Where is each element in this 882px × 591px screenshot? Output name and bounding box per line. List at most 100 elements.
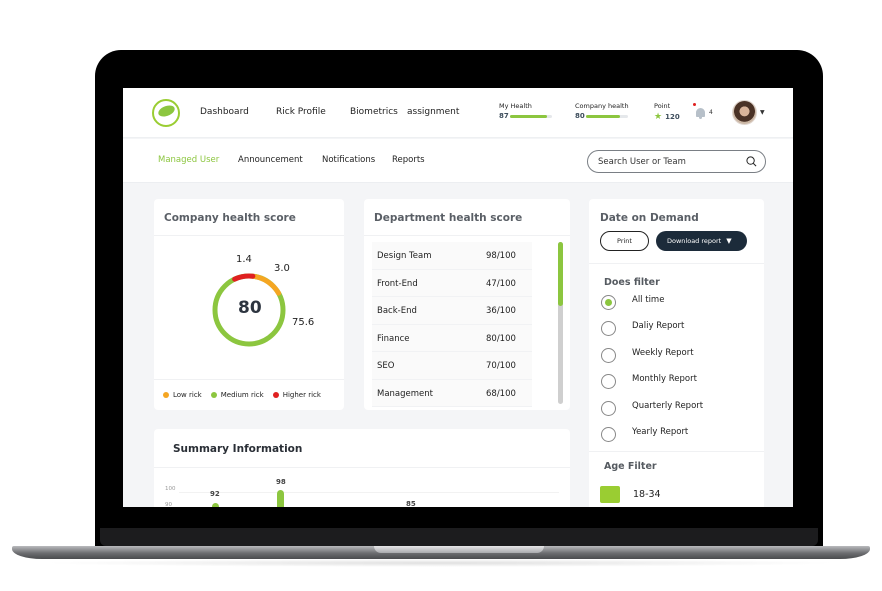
radio-label: Weekly Report bbox=[632, 348, 694, 358]
summary-bar-1 bbox=[212, 503, 219, 507]
health-legend: Low rick Medium rick Higher rick bbox=[163, 391, 330, 399]
radio-button[interactable] bbox=[601, 374, 616, 389]
gridline bbox=[179, 492, 559, 493]
department-score: 70/100 bbox=[486, 361, 516, 371]
filter-option-monthly-report[interactable]: Monthly Report bbox=[601, 372, 751, 390]
tab-managed-user[interactable]: Managed User bbox=[158, 155, 219, 165]
department-row[interactable]: Design Team 98/100 bbox=[372, 242, 532, 270]
radio-label: All time bbox=[632, 295, 665, 305]
avatar[interactable] bbox=[732, 100, 757, 125]
department-health-card: Department health score Design Team 98/10… bbox=[364, 199, 570, 410]
radio-button[interactable] bbox=[601, 427, 616, 442]
date-on-demand-title: Date on Demand bbox=[600, 212, 699, 224]
caret-down-icon: ▼ bbox=[726, 237, 732, 245]
department-row[interactable]: Finance 80/100 bbox=[372, 324, 532, 352]
company-health-bar bbox=[586, 114, 628, 118]
top-nav: Dashboard Rick Profile Biometrics assign… bbox=[123, 88, 793, 138]
nav-biometrics[interactable]: Biometrics bbox=[350, 107, 398, 117]
star-icon: ★ bbox=[654, 112, 663, 122]
radio-label: Daliy Report bbox=[632, 321, 685, 331]
print-button[interactable]: Print bbox=[600, 231, 649, 251]
my-health-label: My Health bbox=[499, 102, 532, 110]
laptop-shadow bbox=[40, 559, 840, 567]
laptop-notch bbox=[374, 546, 544, 553]
summary-card: Summary Information 100 90 92 98 85 bbox=[154, 429, 570, 507]
scrollbar-thumb[interactable] bbox=[558, 242, 563, 306]
department-scrollbar[interactable] bbox=[558, 242, 563, 404]
search-input[interactable]: Search User or Team bbox=[587, 150, 766, 173]
company-health-metric: Company health 80 bbox=[575, 102, 629, 120]
my-health-bar bbox=[510, 114, 552, 118]
department-score: 68/100 bbox=[486, 388, 516, 399]
radio-button[interactable] bbox=[601, 321, 616, 336]
segment-label-high: 1.4 bbox=[236, 254, 252, 265]
points-metric: Point ★ 120 bbox=[654, 102, 680, 122]
filter-option-quarterly-report[interactable]: Quarterly Report bbox=[601, 399, 751, 417]
segment-label-medium: 75.6 bbox=[292, 317, 315, 328]
nav-assignment[interactable]: assignment bbox=[407, 107, 459, 117]
summary-bar-2 bbox=[277, 490, 284, 507]
department-name: SEO bbox=[377, 361, 395, 371]
department-score: 98/100 bbox=[486, 251, 516, 261]
age-label-18-34: 18-34 bbox=[633, 489, 661, 500]
age-checkbox-18-34[interactable] bbox=[600, 486, 620, 503]
logo-icon[interactable] bbox=[152, 99, 180, 127]
search-icon[interactable] bbox=[746, 156, 757, 167]
nav-dashboard[interactable]: Dashboard bbox=[200, 107, 249, 117]
tab-notifications[interactable]: Notifications bbox=[322, 155, 375, 165]
company-health-label: Company health bbox=[575, 102, 629, 110]
axis-label-90: 90 bbox=[165, 502, 172, 507]
bar-value-2: 98 bbox=[276, 478, 286, 486]
department-list: Design Team 98/100 Front-End 47/100 Back-End… bbox=[372, 242, 532, 407]
points-value: 120 bbox=[665, 113, 680, 121]
department-name: Design Team bbox=[377, 251, 432, 261]
department-name: Back-End bbox=[377, 306, 417, 316]
donut-segment-high bbox=[232, 273, 256, 282]
filter-option-weekly-report[interactable]: Weekly Report bbox=[601, 346, 751, 364]
legend-high: Higher rick bbox=[272, 391, 321, 399]
bell-icon[interactable] bbox=[695, 107, 706, 119]
department-row[interactable]: Management 68/100 bbox=[372, 379, 532, 407]
summary-title: Summary Information bbox=[173, 443, 303, 455]
my-health-value: 87 bbox=[499, 112, 509, 120]
legend-low: Low rick bbox=[163, 391, 202, 399]
legend-medium: Medium rick bbox=[210, 391, 264, 399]
does-filter-title: Does filter bbox=[604, 277, 660, 288]
radio-button[interactable] bbox=[601, 295, 616, 310]
segment-label-low: 3.0 bbox=[274, 263, 290, 274]
filter-option-daliy-report[interactable]: Daliy Report bbox=[601, 319, 751, 337]
nav-rick-profile[interactable]: Rick Profile bbox=[276, 107, 326, 117]
department-name: Finance bbox=[377, 333, 410, 344]
department-row[interactable]: SEO 70/100 bbox=[372, 352, 532, 380]
radio-button[interactable] bbox=[601, 401, 616, 416]
points-label: Point bbox=[654, 102, 671, 110]
axis-label-100: 100 bbox=[165, 486, 176, 492]
department-score: 36/100 bbox=[486, 306, 516, 316]
health-center-value: 80 bbox=[238, 298, 262, 318]
notification-dot bbox=[693, 103, 696, 106]
filter-option-all-time[interactable]: All time bbox=[601, 293, 751, 311]
tab-reports[interactable]: Reports bbox=[392, 155, 425, 165]
bar-value-3: 85 bbox=[406, 500, 416, 507]
radio-label: Yearly Report bbox=[632, 427, 689, 437]
department-name: Management bbox=[377, 388, 433, 399]
laptop-chin bbox=[100, 528, 818, 546]
department-score: 80/100 bbox=[486, 333, 516, 344]
department-row[interactable]: Back-End 36/100 bbox=[372, 297, 532, 325]
department-score: 47/100 bbox=[486, 278, 516, 289]
radio-button[interactable] bbox=[601, 348, 616, 363]
tab-announcement[interactable]: Announcement bbox=[238, 155, 303, 165]
company-health-title: Company health score bbox=[164, 212, 296, 224]
donut-segment-low bbox=[250, 273, 282, 296]
notification-count: 4 bbox=[709, 109, 713, 116]
download-report-button[interactable]: Download report ▼ bbox=[656, 231, 747, 251]
radio-label: Quarterly Report bbox=[632, 401, 704, 411]
filter-option-yearly-report[interactable]: Yearly Report bbox=[601, 425, 751, 443]
app-screen: Dashboard Rick Profile Biometrics assign… bbox=[123, 88, 793, 507]
department-row[interactable]: Front-End 47/100 bbox=[372, 269, 532, 297]
caret-down-icon[interactable]: ▼ bbox=[760, 109, 765, 116]
date-on-demand-card: Date on Demand Print Download report ▼ Do… bbox=[589, 199, 764, 507]
department-health-title: Department health score bbox=[374, 212, 523, 224]
department-name: Front-End bbox=[377, 278, 418, 289]
radio-label: Monthly Report bbox=[632, 374, 697, 384]
